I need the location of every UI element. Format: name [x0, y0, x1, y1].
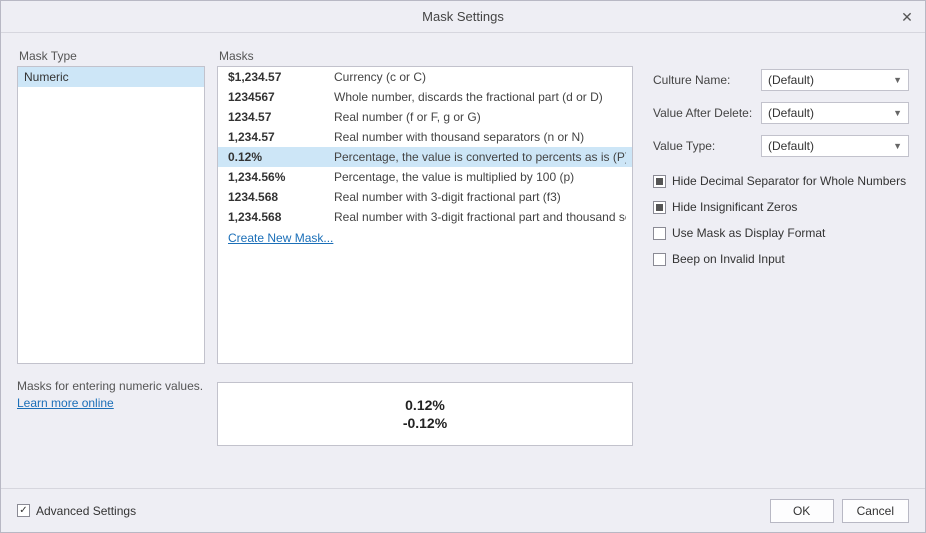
- mask-example: $1,234.57: [228, 70, 334, 84]
- culture-name-label: Culture Name:: [653, 73, 761, 87]
- options-panel: Culture Name: (Default) ▼ Value After De…: [645, 49, 909, 472]
- mask-description: Percentage, the value is multiplied by 1…: [334, 170, 574, 184]
- mask-example: 1,234.57: [228, 130, 334, 144]
- value-type-value: (Default): [768, 139, 814, 153]
- mask-type-item[interactable]: Numeric: [18, 67, 204, 87]
- beep-check[interactable]: Beep on Invalid Input: [653, 252, 909, 266]
- chevron-down-icon: ▼: [893, 141, 902, 151]
- mask-row[interactable]: 1234.57Real number (f or F, g or G): [218, 107, 632, 127]
- mask-row[interactable]: 1234567Whole number, discards the fracti…: [218, 87, 632, 107]
- checkbox-icon: [653, 175, 666, 188]
- mask-description: Real number (f or F, g or G): [334, 110, 481, 124]
- use-mask-label: Use Mask as Display Format: [672, 226, 825, 240]
- mask-description: Currency (c or C): [334, 70, 426, 84]
- mask-row[interactable]: 1234.568Real number with 3-digit fractio…: [218, 187, 632, 207]
- culture-name-value: (Default): [768, 73, 814, 87]
- value-after-delete-label: Value After Delete:: [653, 106, 761, 120]
- mask-type-panel: Mask Type Numeric Masks for entering num…: [17, 49, 205, 472]
- hide-zeros-label: Hide Insignificant Zeros: [672, 200, 797, 214]
- mask-row[interactable]: 1,234.56%Percentage, the value is multip…: [218, 167, 632, 187]
- mask-row[interactable]: $1,234.57Currency (c or C): [218, 67, 632, 87]
- checkbox-icon: [653, 227, 666, 240]
- mask-row[interactable]: 0.12%Percentage, the value is converted …: [218, 147, 632, 167]
- mask-description: Real number with 3-digit fractional part…: [334, 190, 561, 204]
- hide-zeros-check[interactable]: Hide Insignificant Zeros: [653, 200, 909, 214]
- culture-name-combo[interactable]: (Default) ▼: [761, 69, 909, 91]
- help-text: Masks for entering numeric values. Learn…: [17, 378, 205, 412]
- mask-type-list[interactable]: Numeric: [17, 66, 205, 364]
- mask-settings-dialog: Mask Settings ✕ Mask Type Numeric Masks …: [0, 0, 926, 533]
- mask-example: 1,234.568: [228, 210, 334, 224]
- mask-example: 1234.57: [228, 110, 334, 124]
- dialog-body: Mask Type Numeric Masks for entering num…: [1, 33, 925, 488]
- hide-decimal-check[interactable]: Hide Decimal Separator for Whole Numbers: [653, 174, 909, 188]
- advanced-settings-label: Advanced Settings: [36, 504, 136, 518]
- mask-description: Percentage, the value is converted to pe…: [334, 150, 626, 164]
- help-description: Masks for entering numeric values.: [17, 379, 203, 393]
- mask-example: 1,234.56%: [228, 170, 334, 184]
- preview-negative: -0.12%: [403, 414, 447, 432]
- mask-row[interactable]: 1,234.568Real number with 3-digit fracti…: [218, 207, 632, 227]
- checkbox-icon: [653, 253, 666, 266]
- mask-example: 1234.568: [228, 190, 334, 204]
- mask-type-label: Mask Type: [17, 49, 205, 63]
- use-mask-check[interactable]: Use Mask as Display Format: [653, 226, 909, 240]
- hide-decimal-label: Hide Decimal Separator for Whole Numbers: [672, 174, 906, 188]
- value-after-delete-combo[interactable]: (Default) ▼: [761, 102, 909, 124]
- chevron-down-icon: ▼: [893, 108, 902, 118]
- mask-example: 0.12%: [228, 150, 334, 164]
- titlebar: Mask Settings ✕: [1, 1, 925, 33]
- value-type-row: Value Type: (Default) ▼: [653, 135, 909, 157]
- culture-name-row: Culture Name: (Default) ▼: [653, 69, 909, 91]
- dialog-title: Mask Settings: [422, 9, 504, 24]
- value-after-delete-value: (Default): [768, 106, 814, 120]
- ok-button[interactable]: OK: [770, 499, 834, 523]
- create-new-mask-link[interactable]: Create New Mask...: [218, 227, 632, 248]
- masks-panel: Masks $1,234.57Currency (c or C)1234567W…: [217, 49, 633, 472]
- preview-box: 0.12% -0.12%: [217, 382, 633, 446]
- mask-row[interactable]: 1,234.57Real number with thousand separa…: [218, 127, 632, 147]
- close-icon[interactable]: ✕: [897, 7, 917, 27]
- checkbox-icon: [653, 201, 666, 214]
- mask-description: Real number with 3-digit fractional part…: [334, 210, 626, 224]
- value-type-combo[interactable]: (Default) ▼: [761, 135, 909, 157]
- preview-positive: 0.12%: [405, 396, 445, 414]
- footer: Advanced Settings OK Cancel: [1, 488, 925, 532]
- advanced-settings-check[interactable]: Advanced Settings: [17, 504, 136, 518]
- masks-list[interactable]: $1,234.57Currency (c or C)1234567Whole n…: [217, 66, 633, 364]
- checkbox-icon: [17, 504, 30, 517]
- beep-label: Beep on Invalid Input: [672, 252, 785, 266]
- mask-example: 1234567: [228, 90, 334, 104]
- chevron-down-icon: ▼: [893, 75, 902, 85]
- cancel-button[interactable]: Cancel: [842, 499, 909, 523]
- learn-more-link[interactable]: Learn more online: [17, 396, 114, 410]
- mask-description: Real number with thousand separators (n …: [334, 130, 584, 144]
- value-after-delete-row: Value After Delete: (Default) ▼: [653, 102, 909, 124]
- mask-description: Whole number, discards the fractional pa…: [334, 90, 603, 104]
- value-type-label: Value Type:: [653, 139, 761, 153]
- masks-label: Masks: [217, 49, 633, 63]
